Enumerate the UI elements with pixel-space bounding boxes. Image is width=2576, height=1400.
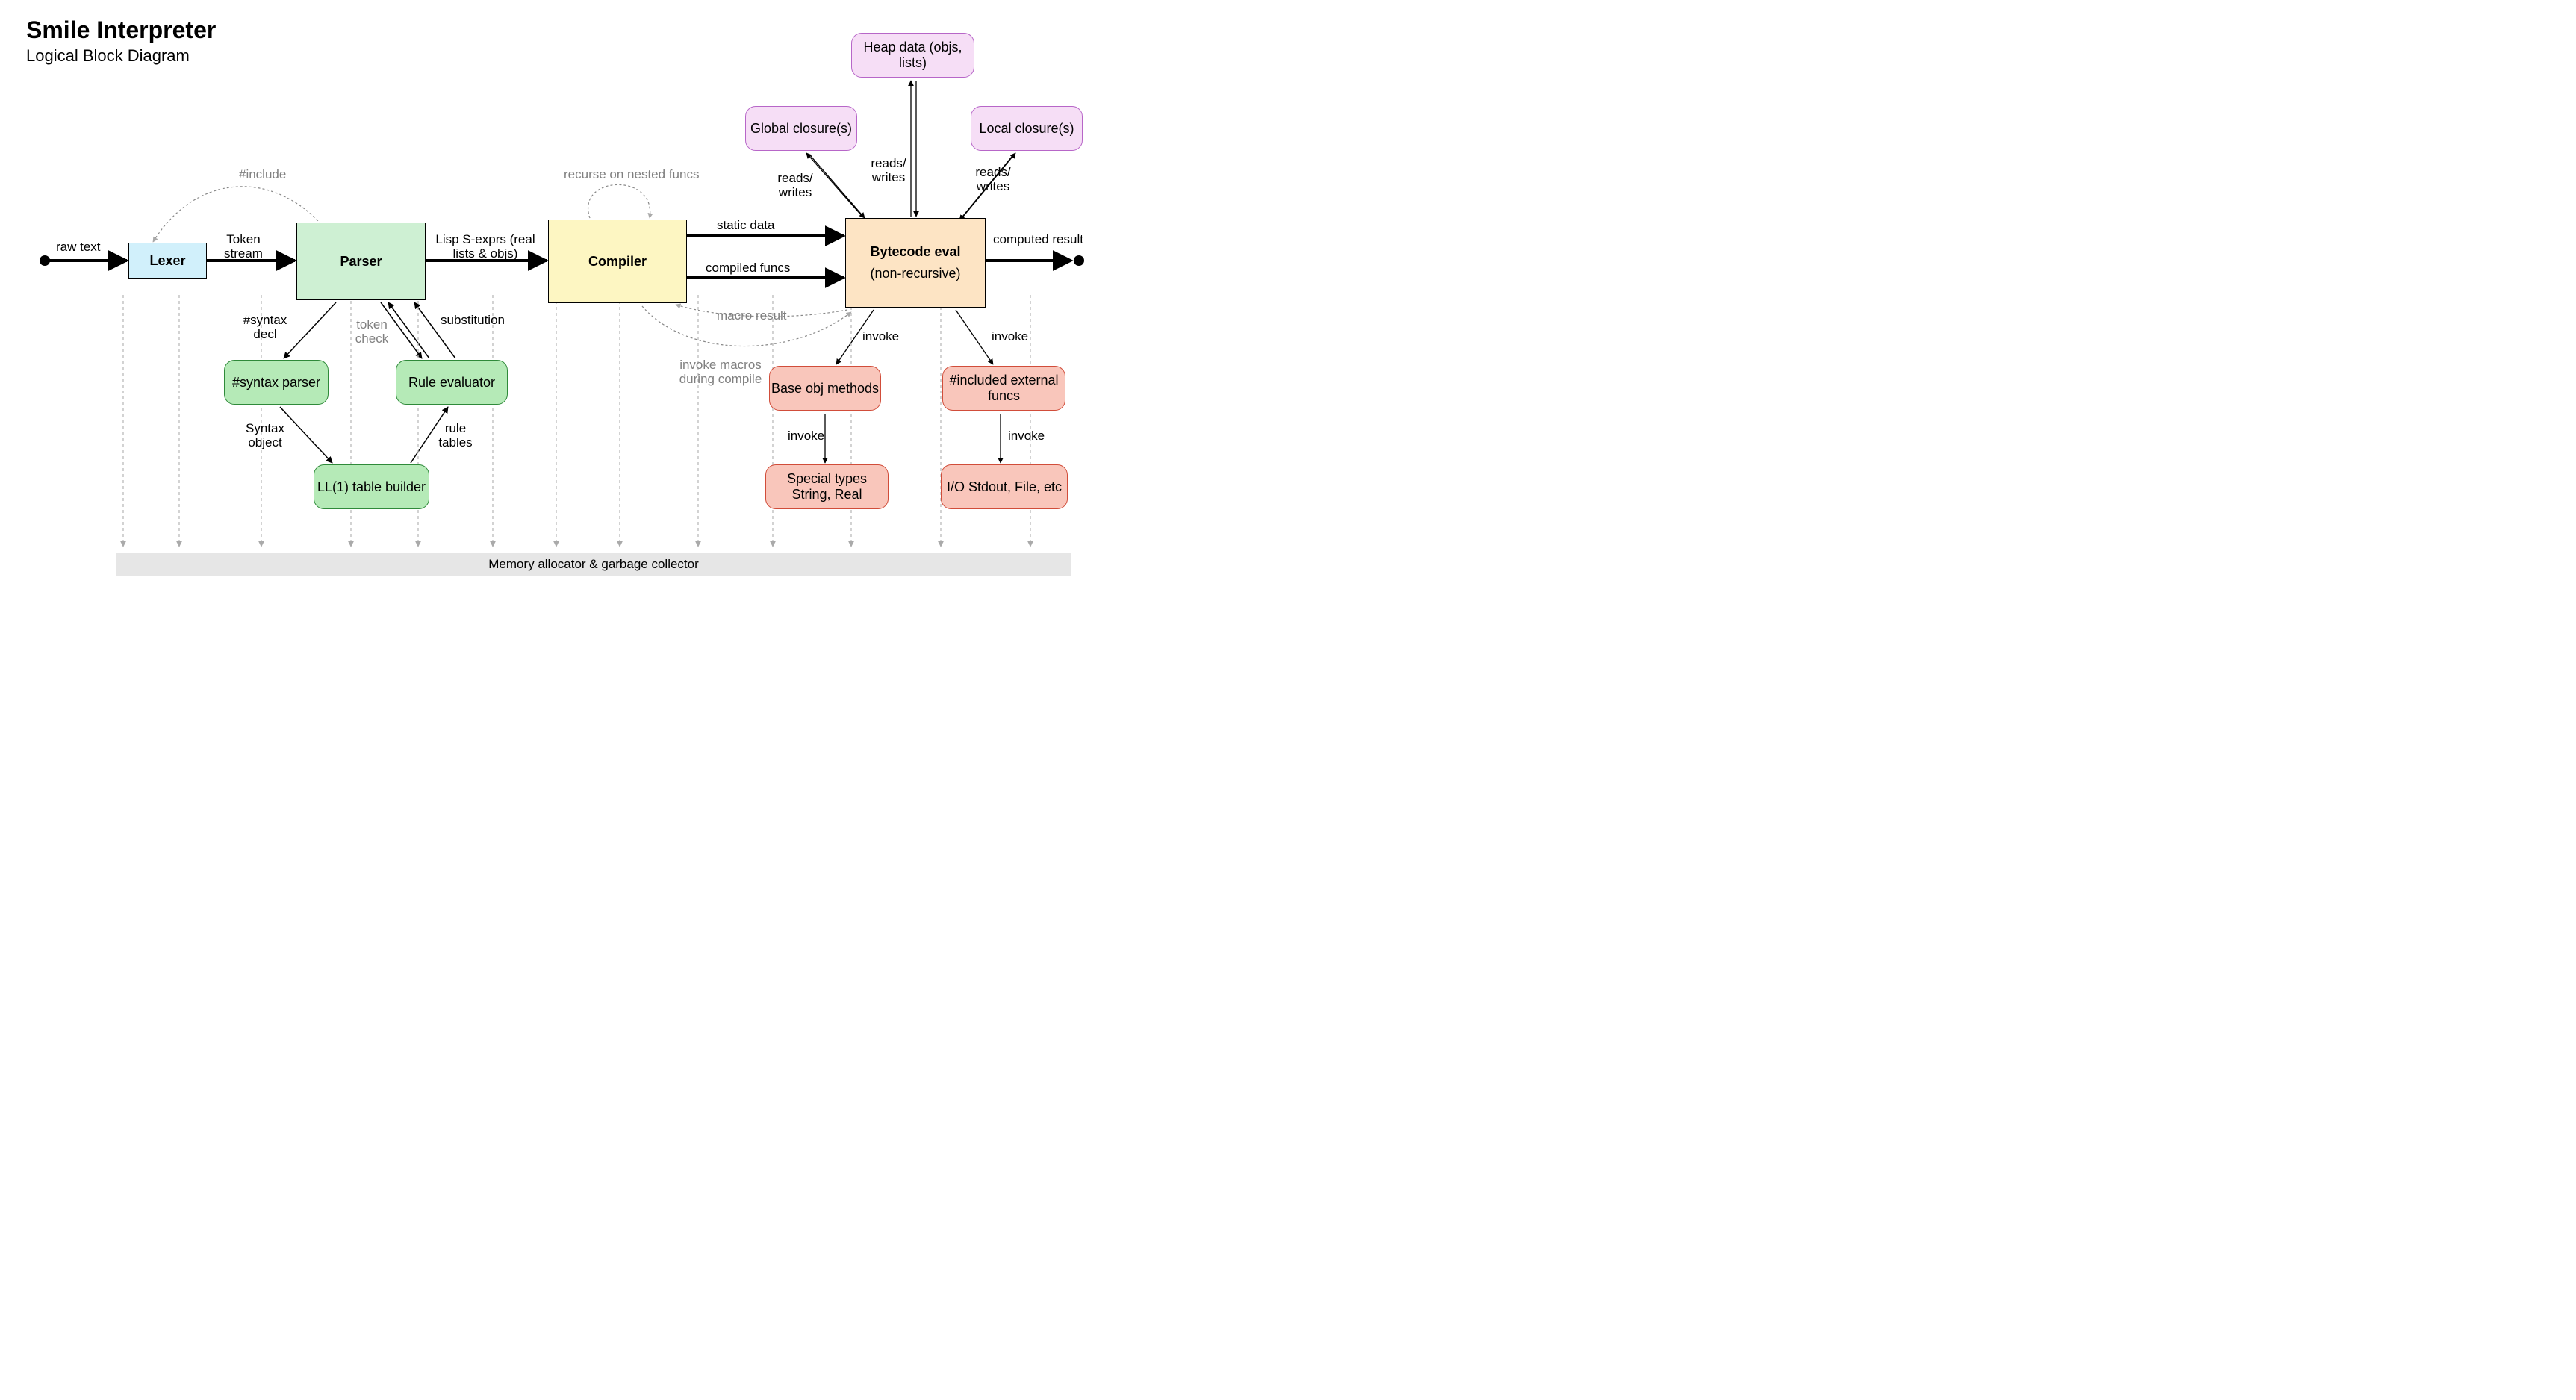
label-recurse-nested: recurse on nested funcs xyxy=(564,168,699,182)
block-rule-evaluator: Rule evaluator xyxy=(396,360,508,405)
eval-subtitle: (non-recursive) xyxy=(870,266,960,281)
label-raw-text: raw text xyxy=(56,240,101,255)
block-heap-data: Heap data (objs, lists) xyxy=(851,33,974,78)
label-substitution: substitution xyxy=(441,314,505,328)
label-invoke-1: invoke xyxy=(862,330,899,344)
block-memory-allocator: Memory allocator & garbage collector xyxy=(116,553,1071,576)
label-macro-result: macro result xyxy=(717,309,787,323)
label-syntax-object: Syntax object xyxy=(239,422,291,449)
block-special-types: Special types String, Real xyxy=(765,464,889,509)
label-token-stream: Tokenstream xyxy=(224,233,263,261)
block-global-closures: Global closure(s) xyxy=(745,106,857,151)
label-invoke-2: invoke xyxy=(992,330,1028,344)
label-include: #include xyxy=(239,168,286,182)
block-base-obj-methods: Base obj methods xyxy=(769,366,881,411)
label-rule-tables: rule tables xyxy=(433,422,478,449)
diagram-title: Smile Interpreter xyxy=(26,16,216,44)
block-compiler: Compiler xyxy=(548,220,687,303)
label-reads-writes-2: reads/ writes xyxy=(866,157,911,184)
label-reads-writes-1: reads/ writes xyxy=(773,172,818,199)
block-included-external-funcs: #included external funcs xyxy=(942,366,1065,411)
label-reads-writes-3: reads/ writes xyxy=(971,166,1015,193)
label-invoke-4: invoke xyxy=(1008,429,1045,444)
label-computed-result: computed result xyxy=(993,233,1090,247)
block-parser: Parser xyxy=(296,223,426,300)
label-syntax-decl: #syntax decl xyxy=(239,314,291,341)
block-bytecode-eval: Bytecode eval (non-recursive) xyxy=(845,218,986,308)
label-invoke-3: invoke xyxy=(788,429,824,444)
label-lisp-sexprs: Lisp S-exprs (real lists & objs) xyxy=(429,233,541,261)
block-io: I/O Stdout, File, etc xyxy=(941,464,1068,509)
label-static-data: static data xyxy=(717,219,775,233)
block-syntax-parser: #syntax parser xyxy=(224,360,329,405)
diagram-canvas: Smile Interpreter Logical Block Diagram xyxy=(0,0,1120,609)
block-ll1-builder: LL(1) table builder xyxy=(314,464,429,509)
diagram-subtitle: Logical Block Diagram xyxy=(26,46,190,66)
label-invoke-macros: invoke macros during compile xyxy=(676,358,765,386)
block-lexer: Lexer xyxy=(128,243,207,279)
label-compiled-funcs: compiled funcs xyxy=(706,261,790,276)
block-local-closures: Local closure(s) xyxy=(971,106,1083,151)
label-token-check: token check xyxy=(349,318,394,346)
eval-title: Bytecode eval xyxy=(870,244,960,260)
